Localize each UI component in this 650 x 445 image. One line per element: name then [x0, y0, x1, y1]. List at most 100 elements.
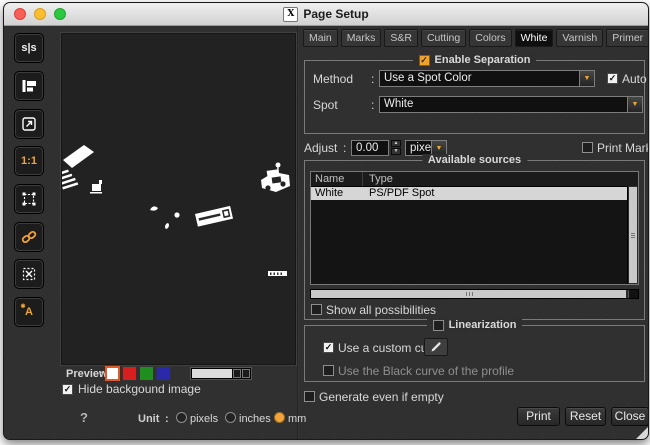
swatch-blue[interactable]	[156, 366, 171, 381]
ramp-dark-segment	[233, 369, 242, 378]
spin-down-icon[interactable]: ▼	[391, 148, 401, 155]
tab-varnish[interactable]: Varnish	[556, 29, 604, 47]
help-button[interactable]: ?	[80, 410, 88, 425]
generate-empty-label: Generate even if empty	[319, 390, 444, 404]
preview-colon: :	[99, 368, 103, 380]
tab-white[interactable]: White	[514, 29, 554, 47]
dropdown-arrow-icon[interactable]: ▼	[579, 71, 594, 86]
page-setup-window: X Page Setup s|s 1:1 A ✱ Preview: ✓ Hid…	[3, 2, 649, 440]
tab-cutting[interactable]: Cutting	[420, 29, 467, 47]
auto-checkbox[interactable]: ✓	[607, 73, 618, 84]
align-icon[interactable]	[14, 71, 44, 101]
ramp-light-segment	[192, 369, 233, 378]
available-sources-group: Available sources Name Type White PS/PDF…	[304, 154, 645, 320]
edit-curve-button[interactable]	[424, 338, 448, 356]
column-header-name[interactable]: Name	[311, 172, 363, 186]
dialog-body: s|s 1:1 A ✱ Preview: ✓ Hide backgound i…	[4, 26, 648, 439]
custom-curve-checkbox[interactable]: ✓	[323, 342, 334, 353]
print-marks-label: Print Marks	[597, 141, 648, 155]
preview-object-blob-2	[174, 212, 180, 218]
enable-separation-checkbox[interactable]: ✓	[418, 54, 430, 66]
spot-select[interactable]: White ▼	[379, 96, 643, 113]
adjust-unit-value: pixel	[410, 142, 431, 154]
mirror-icon[interactable]: s|s	[14, 33, 44, 63]
unit-label: Unit	[138, 413, 160, 425]
close-button[interactable]: Close	[611, 407, 648, 426]
sparkle-icon: ✱	[20, 303, 26, 310]
preview-canvas-art	[57, 145, 290, 276]
vertical-scrollbar[interactable]	[627, 186, 638, 284]
preview-object-stamp	[90, 180, 102, 194]
sources-table-header: Name Type	[311, 172, 638, 187]
row-type-cell: PS/PDF Spot	[369, 187, 435, 199]
enable-separation-group: ✓ Enable Separation Method : Use a Spot …	[304, 54, 647, 134]
horizontal-scrollbar-thumb[interactable]	[311, 290, 626, 298]
check-icon: ✓	[420, 54, 428, 65]
sources-table: Name Type White PS/PDF Spot	[310, 171, 639, 285]
method-select[interactable]: Use a Spot Color ▼	[379, 70, 595, 87]
tab-main[interactable]: Main	[303, 29, 338, 47]
density-ramp[interactable]	[190, 367, 252, 380]
export-icon[interactable]	[14, 109, 44, 139]
black-curve-checkbox[interactable]	[323, 365, 334, 376]
enable-separation-label: Enable Separation	[434, 54, 531, 66]
dropdown-arrow-icon[interactable]: ▼	[627, 97, 642, 112]
actual-size-icon[interactable]: 1:1	[14, 146, 44, 176]
preview-object-label	[195, 205, 234, 227]
unit-mm-radio[interactable]	[274, 412, 285, 423]
reset-button[interactable]: Reset	[565, 407, 606, 426]
spot-colon: :	[371, 98, 375, 112]
window-title: Page Setup	[303, 7, 369, 21]
linearization-group: Linearization ✓ Use a custom curve Use t…	[304, 319, 645, 382]
auto-label: Auto	[622, 72, 647, 86]
show-all-checkbox[interactable]	[311, 304, 322, 315]
tab-bar: Main Marks S&R Cutting Colors White Varn…	[303, 29, 648, 47]
ramp-dark-segment	[242, 369, 250, 378]
frame-clear-icon[interactable]	[14, 259, 44, 289]
check-icon: ✓	[324, 342, 333, 352]
linearization-checkbox[interactable]	[432, 319, 444, 331]
method-value: Use a Spot Color	[384, 72, 472, 84]
selection-frame-icon[interactable]	[14, 184, 44, 214]
unit-inches-radio[interactable]	[225, 412, 236, 423]
adjust-stepper: ▲ ▼	[391, 140, 401, 155]
preview-object-strip	[268, 271, 287, 276]
preview-canvas[interactable]	[57, 33, 296, 365]
spin-up-icon[interactable]: ▲	[391, 140, 401, 147]
method-label: Method	[313, 72, 354, 86]
column-header-type[interactable]: Type	[363, 172, 638, 186]
swatch-green[interactable]	[139, 366, 154, 381]
swatch-red[interactable]	[122, 366, 137, 381]
spot-label: Spot	[313, 98, 338, 112]
scrollbar-grip-icon	[465, 292, 473, 296]
preview-object-tarp	[63, 145, 94, 168]
unit-pixels-radio[interactable]	[176, 412, 187, 423]
table-row[interactable]: White PS/PDF Spot	[311, 187, 627, 200]
method-colon: :	[371, 72, 375, 86]
resize-grip[interactable]	[636, 427, 648, 439]
vertical-scrollbar-thumb[interactable]	[629, 187, 637, 283]
tab-sr[interactable]: S&R	[384, 29, 418, 47]
tab-colors[interactable]: Colors	[469, 29, 512, 47]
check-icon: ✓	[63, 384, 72, 394]
adjust-input[interactable]: 0.00	[351, 140, 389, 156]
hide-background-label: Hide backgound image	[78, 382, 201, 396]
print-marks-checkbox[interactable]	[582, 142, 593, 153]
swatch-white[interactable]	[105, 366, 120, 381]
pencil-icon	[431, 342, 441, 352]
annotate-icon[interactable]: A ✱	[14, 297, 44, 327]
tab-marks[interactable]: Marks	[340, 29, 382, 47]
dropdown-arrow-icon[interactable]: ▼	[431, 141, 446, 155]
preview-object-truck	[261, 162, 290, 192]
tab-primer[interactable]: Primer	[606, 29, 648, 47]
app-icon: X	[283, 6, 299, 22]
print-button[interactable]: Print	[517, 407, 560, 426]
panel-divider	[297, 26, 299, 439]
unit-pixels-label: pixels	[190, 413, 219, 425]
generate-empty-checkbox[interactable]	[304, 391, 315, 402]
hide-background-checkbox[interactable]: ✓	[62, 384, 73, 395]
horizontal-scrollbar[interactable]	[310, 289, 639, 299]
adjust-label: Adjust	[304, 141, 338, 155]
link-icon[interactable]	[14, 222, 44, 252]
unit-mm-label: mm	[288, 413, 307, 425]
